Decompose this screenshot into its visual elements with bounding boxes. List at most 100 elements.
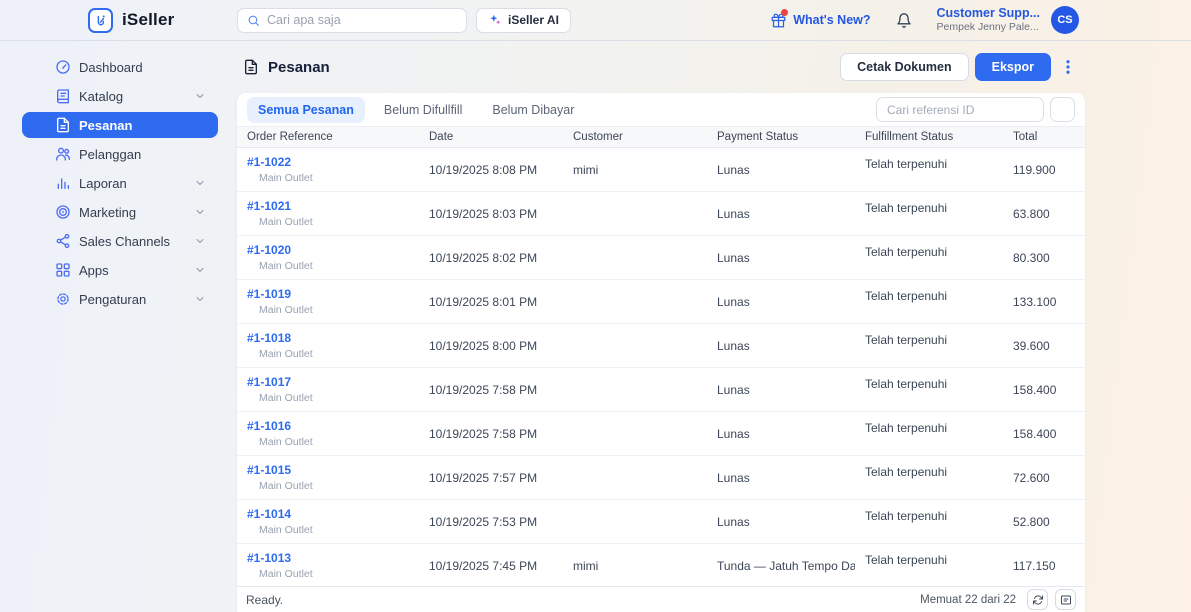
order-ref-link[interactable]: #1-1022: [247, 155, 419, 169]
customers-icon: [55, 146, 71, 162]
fulfillment-status-cell: Telah terpenuhi: [855, 280, 1003, 303]
catalog-icon: [55, 88, 71, 104]
total-cell: 158.400: [1003, 383, 1085, 397]
outlet-label: Main Outlet: [247, 436, 419, 448]
fulfillment-status-cell: Telah terpenuhi: [855, 236, 1003, 259]
order-ref-link[interactable]: #1-1019: [247, 287, 419, 301]
sidebar-item-label: Pelanggan: [79, 147, 141, 162]
apps-icon: [55, 262, 71, 278]
export-button[interactable]: Ekspor: [975, 53, 1051, 81]
payment-status-cell: Lunas: [707, 471, 855, 485]
tab-semua-pesanan[interactable]: Semua Pesanan: [247, 97, 365, 123]
main-content: Pesanan Cetak Dokumen Ekspor Semua Pesan…: [237, 41, 1085, 612]
channels-icon: [55, 233, 71, 249]
sidebar-item-dashboard[interactable]: Dashboard: [22, 54, 218, 80]
chevron-down-icon: [194, 264, 206, 276]
order-reference-search-input[interactable]: [876, 97, 1044, 122]
order-ref-link[interactable]: #1-1021: [247, 199, 419, 213]
global-search-input[interactable]: [267, 13, 457, 27]
table-row[interactable]: #1-1022Main Outlet10/19/2025 8:08 PMmimi…: [237, 148, 1085, 192]
total-cell: 72.600: [1003, 471, 1085, 485]
sidebar: Dashboard Katalog Pesanan Pelanggan Laporan M…: [0, 41, 237, 612]
total-cell: 63.800: [1003, 207, 1085, 221]
sidebar-item-pesanan[interactable]: Pesanan: [22, 112, 218, 138]
fulfillment-status-cell: Telah terpenuhi: [855, 412, 1003, 435]
order-ref-link[interactable]: #1-1016: [247, 419, 419, 433]
order-ref-link[interactable]: #1-1020: [247, 243, 419, 257]
whats-new-link[interactable]: What's New?: [771, 13, 870, 28]
date-cell: 10/19/2025 7:58 PM: [419, 427, 563, 441]
table-row[interactable]: #1-1013Main Outlet10/19/2025 7:45 PMmimi…: [237, 544, 1085, 586]
outlet-label: Main Outlet: [247, 172, 419, 184]
bell-icon[interactable]: [896, 12, 912, 29]
outlet-label: Main Outlet: [247, 524, 419, 536]
table-row[interactable]: #1-1018Main Outlet10/19/2025 8:00 PMLuna…: [237, 324, 1085, 368]
sidebar-item-label: Sales Channels: [79, 234, 170, 249]
date-cell: 10/19/2025 7:45 PM: [419, 559, 563, 573]
column-header: Payment Status: [707, 131, 855, 143]
sidebar-item-label: Apps: [79, 263, 109, 278]
payment-status-cell: Tunda — Jatuh Tempo Dalam 1: [707, 559, 855, 573]
total-cell: 119.900: [1003, 163, 1085, 177]
table-row[interactable]: #1-1019Main Outlet10/19/2025 8:01 PMLuna…: [237, 280, 1085, 324]
account-subtitle: Pempek Jenny Pale...: [937, 21, 1040, 34]
date-cell: 10/19/2025 8:08 PM: [419, 163, 563, 177]
sidebar-item-apps[interactable]: Apps: [22, 257, 218, 283]
payment-status-cell: Lunas: [707, 163, 855, 177]
more-actions-button[interactable]: [1057, 53, 1079, 81]
page-header: Pesanan Cetak Dokumen Ekspor: [237, 41, 1085, 93]
order-ref-link[interactable]: #1-1014: [247, 507, 419, 521]
table-body: #1-1022Main Outlet10/19/2025 8:08 PMmimi…: [237, 148, 1085, 586]
payment-status-cell: Lunas: [707, 339, 855, 353]
orders-page-icon: [243, 59, 259, 75]
kebab-icon: [1059, 57, 1077, 77]
table-row[interactable]: #1-1021Main Outlet10/19/2025 8:03 PMLuna…: [237, 192, 1085, 236]
global-search[interactable]: [237, 8, 467, 33]
order-ref-link[interactable]: #1-1018: [247, 331, 419, 345]
account-menu[interactable]: Customer Supp... Pempek Jenny Pale... CS: [937, 6, 1079, 35]
date-cell: 10/19/2025 7:58 PM: [419, 383, 563, 397]
sidebar-item-pelanggan[interactable]: Pelanggan: [22, 141, 218, 167]
table-row[interactable]: #1-1020Main Outlet10/19/2025 8:02 PMLuna…: [237, 236, 1085, 280]
column-header: Fulfillment Status: [855, 131, 1003, 143]
app-logo-text: iSeller: [122, 10, 174, 30]
order-ref-link[interactable]: #1-1015: [247, 463, 419, 477]
fulfillment-status-cell: Telah terpenuhi: [855, 192, 1003, 215]
search-icon: [247, 14, 260, 27]
avatar[interactable]: CS: [1051, 6, 1079, 34]
sidebar-item-laporan[interactable]: Laporan: [22, 170, 218, 196]
date-cell: 10/19/2025 8:02 PM: [419, 251, 563, 265]
sidebar-item-label: Dashboard: [79, 60, 143, 75]
order-ref-link[interactable]: #1-1013: [247, 551, 419, 565]
fulfillment-status-cell: Telah terpenuhi: [855, 500, 1003, 523]
column-header: Customer: [563, 131, 707, 143]
sidebar-item-marketing[interactable]: Marketing: [22, 199, 218, 225]
app-logo[interactable]: iSeller: [0, 8, 237, 33]
sidebar-item-pengaturan[interactable]: Pengaturan: [22, 286, 218, 312]
table-row[interactable]: #1-1016 Main Outlet10/19/2025 7:58 PM Luna…: [237, 412, 1085, 456]
outlet-label: Main Outlet: [247, 392, 419, 404]
refresh-button[interactable]: [1027, 589, 1048, 610]
tab-belum-difullfill[interactable]: Belum Difullfill: [373, 97, 474, 123]
status-text: Ready.: [246, 593, 283, 607]
payment-status-cell: Lunas: [707, 515, 855, 529]
print-documents-button[interactable]: Cetak Dokumen: [840, 53, 968, 81]
chevron-down-icon: [194, 293, 206, 305]
table-footer: Ready. Memuat 22 dari 22: [237, 586, 1085, 612]
payment-status-cell: Lunas: [707, 427, 855, 441]
table-row[interactable]: #1-1014Main Outlet10/19/2025 7:53 PMLuna…: [237, 500, 1085, 544]
sidebar-item-sales-channels[interactable]: Sales Channels: [22, 228, 218, 254]
log-panel-button[interactable]: [1055, 589, 1076, 610]
table-header-row: Order ReferenceDateCustomerPayment Statu…: [237, 127, 1085, 148]
dashboard-icon: [55, 59, 71, 75]
iseller-ai-button[interactable]: iSeller AI: [476, 8, 571, 33]
sidebar-item-katalog[interactable]: Katalog: [22, 83, 218, 109]
order-ref-link[interactable]: #1-1017: [247, 375, 419, 389]
outlet-label: Main Outlet: [247, 304, 419, 316]
tab-belum-dibayar[interactable]: Belum Dibayar: [481, 97, 585, 123]
filter-toggle-button[interactable]: [1050, 97, 1075, 122]
page-title: Pesanan: [268, 59, 330, 76]
table-row[interactable]: #1-1015Main Outlet10/19/2025 7:57 PMLuna…: [237, 456, 1085, 500]
date-cell: 10/19/2025 8:00 PM: [419, 339, 563, 353]
table-row[interactable]: #1-1017Main Outlet10/19/2025 7:58 PMLuna…: [237, 368, 1085, 412]
